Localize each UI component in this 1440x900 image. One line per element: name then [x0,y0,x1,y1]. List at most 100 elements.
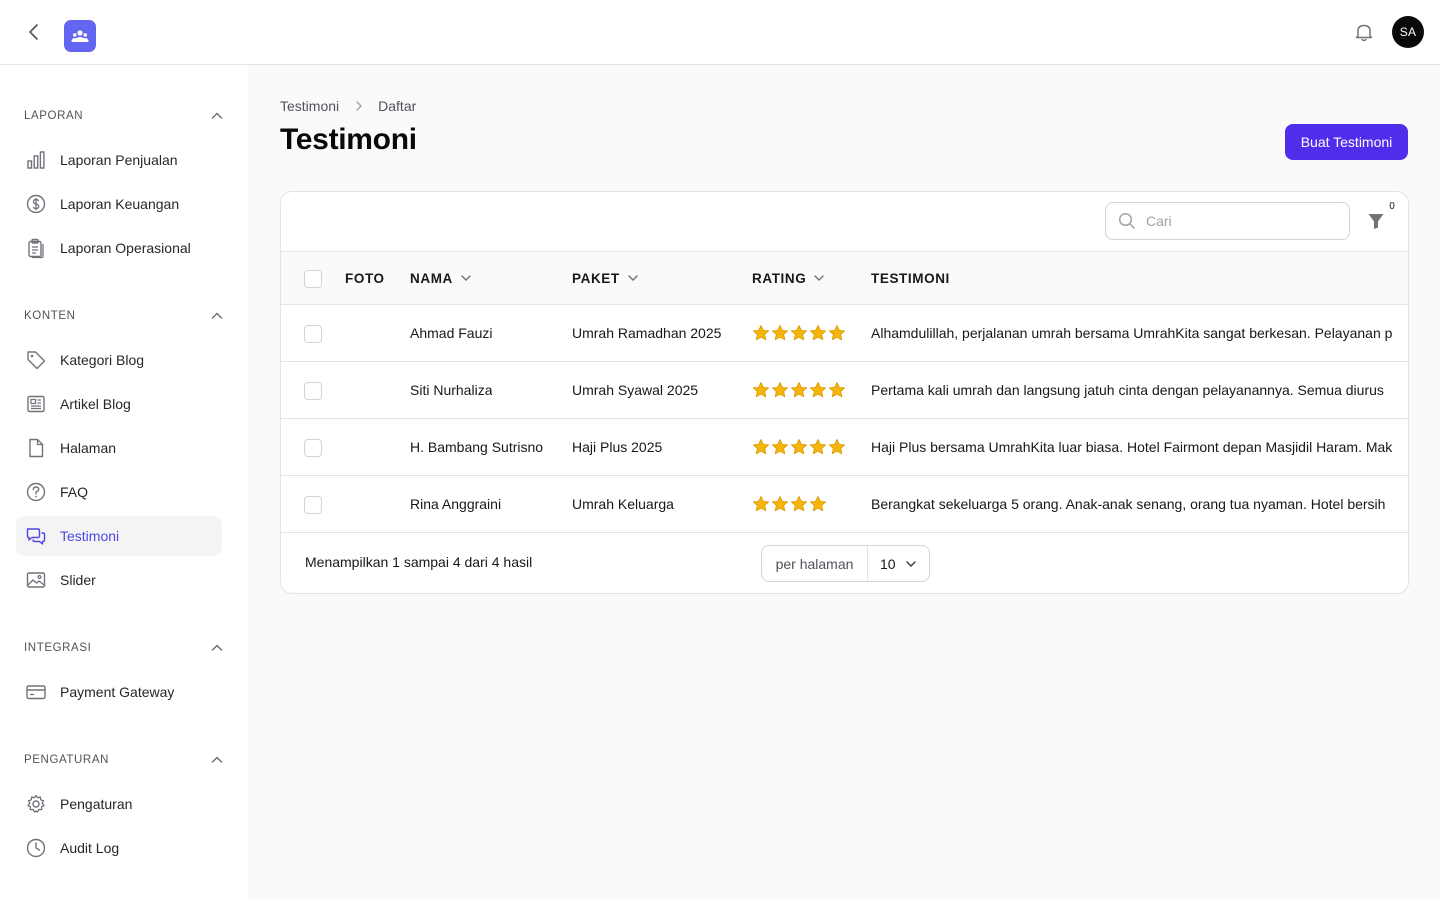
per-page-value: 10 [880,555,896,572]
sidebar-group-label: PENGATURAN [24,754,110,766]
chevron-right-icon [353,100,365,112]
star-icon [790,381,808,398]
sidebar-group-pengaturan[interactable]: PENGATURAN [24,750,224,770]
table-row[interactable]: Siti Nurhaliza Umrah Syawal 2025 Pertama… [281,362,1408,419]
pagination-summary: Menampilkan 1 sampai 4 dari 4 hasil [305,554,533,570]
star-icon [771,438,789,455]
clipboard-icon [24,236,48,260]
chevron-down-icon [813,272,825,284]
sidebar-group-konten[interactable]: KONTEN [24,306,224,326]
star-icon [752,381,770,398]
chevron-down-icon [627,272,639,284]
star-icon [828,324,846,341]
sidebar-item-testimoni[interactable]: Testimoni [16,516,222,556]
sidebar-item-label: Laporan Operasional [60,240,191,256]
cell-nama: Siti Nurhaliza [410,382,493,398]
row-checkbox[interactable] [304,382,322,400]
back-button[interactable] [22,20,46,44]
chevron-up-icon [211,644,223,651]
row-checkbox[interactable] [304,325,322,343]
filter-funnel-icon [1368,214,1384,229]
sidebar-item-label: Laporan Keuangan [60,196,180,212]
per-page-select[interactable]: 10 [868,546,929,581]
create-testimonial-button[interactable]: Buat Testimoni [1285,124,1408,160]
search-field[interactable] [1105,202,1350,240]
sidebar-item-faq[interactable]: FAQ [16,472,222,512]
cell-rating [752,476,827,532]
sidebar-group-label: LAPORAN [24,110,84,122]
sidebar: LAPORAN Laporan Penjualan Laporan Keuang… [0,65,248,900]
cell-testimoni: Pertama kali umrah dan langsung jatuh ci… [871,382,1384,398]
sidebar-item-kategori-blog[interactable]: Kategori Blog [16,340,222,380]
filter-count-badge: 0 [1389,201,1395,212]
column-header-foto: FOTO [345,270,385,286]
star-icon [809,381,827,398]
cell-paket: Umrah Ramadhan 2025 [572,325,722,341]
chevron-up-icon [211,756,223,763]
breadcrumb-parent-link[interactable]: Testimoni [280,98,339,114]
chevron-down-icon [906,560,916,567]
credit-card-icon [24,680,48,704]
sidebar-group-label: INTEGRASI [24,642,92,654]
cell-paket: Haji Plus 2025 [572,439,663,455]
row-checkbox[interactable] [304,439,322,457]
table-row[interactable]: H. Bambang Sutrisno Haji Plus 2025 Haji … [281,419,1408,476]
sidebar-item-pengaturan[interactable]: Pengaturan [16,784,222,824]
column-header-rating[interactable]: RATING [752,252,825,304]
per-page-control: per halaman 10 [761,545,930,582]
sidebar-item-label: Payment Gateway [60,684,175,700]
column-header-testimoni: TESTIMONI [871,270,950,286]
search-input[interactable] [1146,213,1336,229]
sidebar-item-slider[interactable]: Slider [16,560,222,600]
star-icon [790,495,808,512]
sidebar-item-payment-gateway[interactable]: Payment Gateway [16,672,222,712]
star-icon [771,495,789,512]
sidebar-item-label: FAQ [60,484,89,500]
sidebar-group-laporan[interactable]: LAPORAN [24,106,224,126]
sidebar-item-audit-log[interactable]: Audit Log [16,828,222,868]
sidebar-item-label: Laporan Penjualan [60,152,178,168]
star-icon [809,495,827,512]
column-header-paket[interactable]: PAKET [572,252,639,304]
chevron-up-icon [211,112,223,119]
sidebar-group-integrasi[interactable]: INTEGRASI [24,638,224,658]
star-icon [809,324,827,341]
sidebar-item-laporan-penjualan[interactable]: Laporan Penjualan [16,140,222,180]
document-icon [24,436,48,460]
table-row[interactable]: Rina Anggraini Umrah Keluarga Berangkat … [281,476,1408,533]
cell-paket: Umrah Keluarga [572,496,674,512]
sidebar-item-label: Audit Log [60,840,120,856]
select-all-checkbox[interactable] [304,270,322,288]
sidebar-item-halaman[interactable]: Halaman [16,428,222,468]
breadcrumb: Testimoni Daftar [280,96,416,116]
star-icon [752,495,770,512]
star-icon [752,438,770,455]
page-title: Testimoni [280,123,417,156]
cell-paket: Umrah Syawal 2025 [572,382,699,398]
per-page-label: per halaman [762,546,868,581]
star-icon [771,324,789,341]
chevron-up-icon [211,312,223,319]
sidebar-item-laporan-operasional[interactable]: Laporan Operasional [16,228,222,268]
cell-nama: H. Bambang Sutrisno [410,439,544,455]
star-icon [771,381,789,398]
cell-rating [752,419,846,475]
notifications-button[interactable] [1352,20,1376,44]
cell-testimoni: Alhamdulillah, perjalanan umrah bersama … [871,325,1393,341]
breadcrumb-current: Daftar [378,98,417,114]
row-checkbox[interactable] [304,496,322,514]
cell-rating [752,362,846,418]
user-avatar[interactable]: SA [1392,16,1424,48]
top-bar: SA [0,0,1440,65]
group-users-icon [71,30,89,42]
table-row[interactable]: Ahmad Fauzi Umrah Ramadhan 2025 Alhamdul… [281,305,1408,362]
star-icon [790,324,808,341]
sidebar-item-artikel-blog[interactable]: Artikel Blog [16,384,222,424]
sidebar-item-laporan-keuangan[interactable]: Laporan Keuangan [16,184,222,224]
chevron-left-icon [29,24,38,40]
bar-chart-icon [24,148,48,172]
chevron-down-icon [460,272,472,284]
column-header-nama[interactable]: NAMA [410,252,472,304]
app-logo[interactable] [64,20,96,52]
search-icon [1118,212,1135,229]
